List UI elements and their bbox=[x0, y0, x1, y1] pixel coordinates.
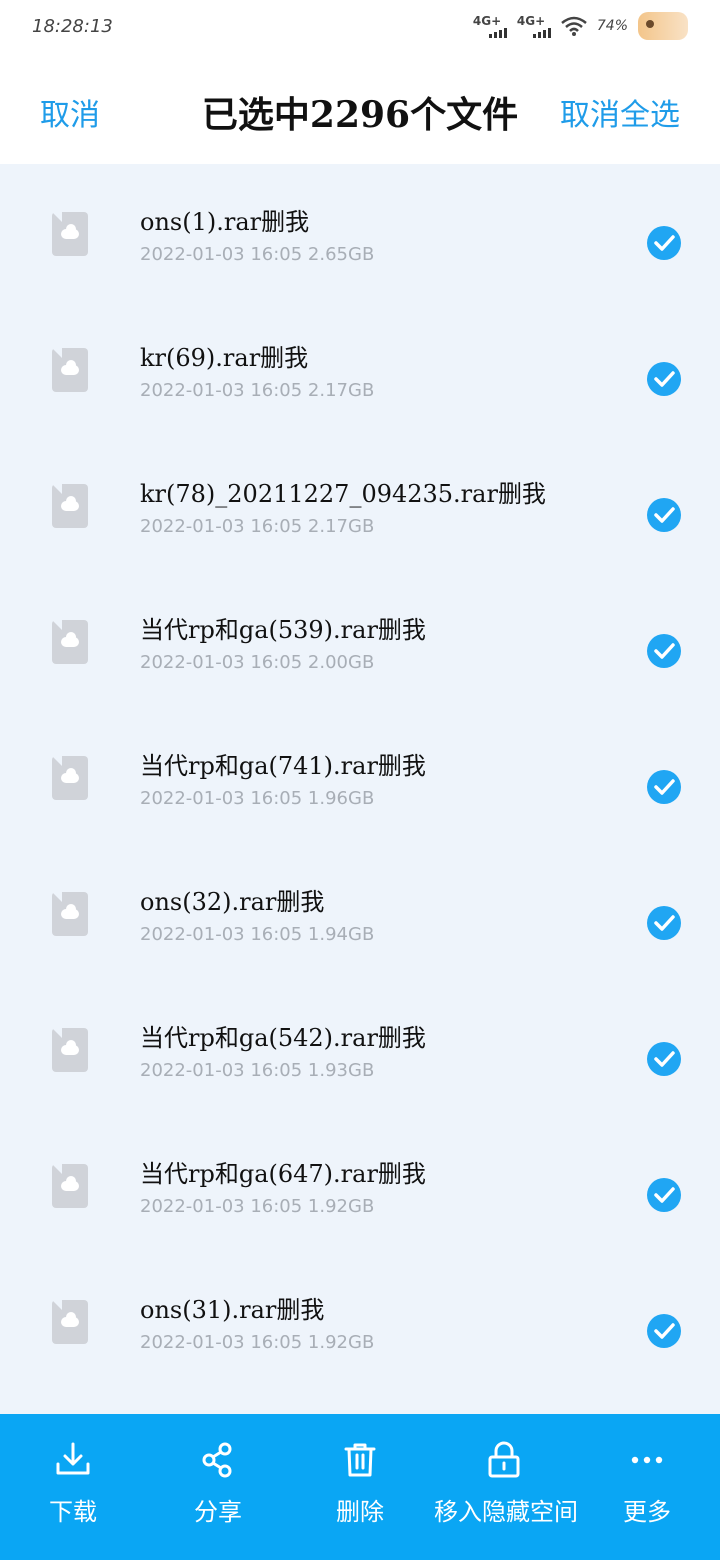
signal-icon-1: 4G+ bbox=[473, 12, 507, 40]
file-name: kr(78)_20211227_094235.rar删我 bbox=[140, 480, 546, 508]
file-meta: 2022-01-03 16:05 2.65GB bbox=[140, 244, 375, 265]
file-icon bbox=[52, 1164, 88, 1208]
file-list: ons(1).rar删我 2022-01-03 16:05 2.65GB kr(… bbox=[0, 164, 720, 1414]
list-item[interactable]: kr(69).rar删我 2022-01-03 16:05 2.17GB bbox=[0, 300, 720, 436]
more-icon bbox=[631, 1456, 663, 1464]
file-name: ons(32).rar删我 bbox=[140, 888, 325, 916]
file-icon bbox=[52, 212, 88, 256]
check-icon[interactable] bbox=[647, 770, 681, 804]
file-meta: 2022-01-03 16:05 2.00GB bbox=[140, 652, 375, 673]
trash-icon bbox=[344, 1443, 376, 1477]
list-item[interactable]: kr(78)_20211227_094235.rar删我 2022-01-03 … bbox=[0, 436, 720, 572]
download-label: 下载 bbox=[49, 1498, 97, 1526]
move-to-hidden-label: 移入隐藏空间 bbox=[434, 1498, 578, 1526]
download-button[interactable]: 下载 bbox=[44, 1440, 102, 1527]
file-icon bbox=[52, 756, 88, 800]
list-item[interactable]: 当代rp和ga(542).rar删我 2022-01-03 16:05 1.93… bbox=[0, 980, 720, 1116]
check-icon[interactable] bbox=[647, 1178, 681, 1212]
delete-button[interactable]: 删除 bbox=[331, 1440, 389, 1527]
file-meta: 2022-01-03 16:05 1.96GB bbox=[140, 788, 375, 809]
check-icon[interactable] bbox=[647, 634, 681, 668]
file-icon bbox=[52, 484, 88, 528]
lock-icon bbox=[488, 1441, 520, 1478]
status-time: 18:28:13 bbox=[32, 16, 113, 37]
file-icon bbox=[52, 892, 88, 936]
check-icon[interactable] bbox=[647, 906, 681, 940]
share-button[interactable]: 分享 bbox=[189, 1440, 247, 1527]
list-item[interactable]: ons(1).rar删我 2022-01-03 16:05 2.65GB bbox=[0, 164, 720, 300]
file-icon bbox=[52, 620, 88, 664]
check-icon[interactable] bbox=[647, 498, 681, 532]
file-meta: 2022-01-03 16:05 1.94GB bbox=[140, 924, 375, 945]
share-label: 分享 bbox=[194, 1498, 242, 1526]
download-icon bbox=[56, 1442, 90, 1475]
file-meta: 2022-01-03 16:05 2.17GB bbox=[140, 380, 375, 401]
delete-label: 删除 bbox=[336, 1498, 384, 1526]
file-meta: 2022-01-03 16:05 1.92GB bbox=[140, 1196, 375, 1217]
network-type-2: 4G+ bbox=[516, 14, 546, 28]
file-meta: 2022-01-03 16:05 1.93GB bbox=[140, 1060, 375, 1081]
file-name: ons(1).rar删我 bbox=[140, 208, 310, 236]
signal-icon-2: 4G+ bbox=[517, 12, 551, 40]
check-icon[interactable] bbox=[647, 226, 681, 260]
file-icon bbox=[52, 1300, 88, 1344]
file-icon bbox=[52, 1028, 88, 1072]
file-icon bbox=[52, 348, 88, 392]
file-meta: 2022-01-03 16:05 1.92GB bbox=[140, 1332, 375, 1353]
more-label: 更多 bbox=[623, 1498, 671, 1526]
file-name: kr(69).rar删我 bbox=[140, 344, 309, 372]
check-icon[interactable] bbox=[647, 362, 681, 396]
file-name: 当代rp和ga(542).rar删我 bbox=[140, 1024, 426, 1052]
file-name: ons(31).rar删我 bbox=[140, 1296, 325, 1324]
status-bar: 18:28:13 4G+ 4G+ 74% bbox=[0, 0, 720, 56]
list-item[interactable]: 当代rp和ga(647).rar删我 2022-01-03 16:05 1.92… bbox=[0, 1116, 720, 1252]
file-name: 当代rp和ga(539).rar删我 bbox=[140, 616, 426, 644]
selection-header: 取消 已选中2296个文件 取消全选 bbox=[0, 56, 720, 164]
list-item[interactable]: ons(32).rar删我 2022-01-03 16:05 1.94GB bbox=[0, 844, 720, 980]
check-icon[interactable] bbox=[647, 1314, 681, 1348]
status-indicators: 4G+ 4G+ 74% bbox=[473, 12, 688, 40]
list-item[interactable]: ons(31).rar删我 2022-01-03 16:05 1.92GB bbox=[0, 1252, 720, 1388]
check-icon[interactable] bbox=[647, 1042, 681, 1076]
more-button[interactable]: 更多 bbox=[618, 1440, 676, 1527]
bottom-action-bar: 下载 分享 删除 移入隐藏空间 更多 bbox=[0, 1414, 720, 1560]
file-meta: 2022-01-03 16:05 2.17GB bbox=[140, 516, 375, 537]
file-name: 当代rp和ga(647).rar删我 bbox=[140, 1160, 426, 1188]
battery-level: 74% bbox=[596, 18, 628, 34]
list-item[interactable]: 当代rp和ga(539).rar删我 2022-01-03 16:05 2.00… bbox=[0, 572, 720, 708]
file-name: 当代rp和ga(741).rar删我 bbox=[140, 752, 426, 780]
wifi-icon bbox=[561, 16, 587, 36]
share-icon bbox=[202, 1442, 232, 1478]
battery-cat-icon bbox=[638, 12, 688, 40]
deselect-all-button[interactable]: 取消全选 bbox=[560, 90, 680, 134]
move-to-hidden-button[interactable]: 移入隐藏空间 bbox=[434, 1440, 578, 1527]
list-item[interactable]: 当代rp和ga(741).rar删我 2022-01-03 16:05 1.96… bbox=[0, 708, 720, 844]
network-type-1: 4G+ bbox=[472, 14, 502, 28]
